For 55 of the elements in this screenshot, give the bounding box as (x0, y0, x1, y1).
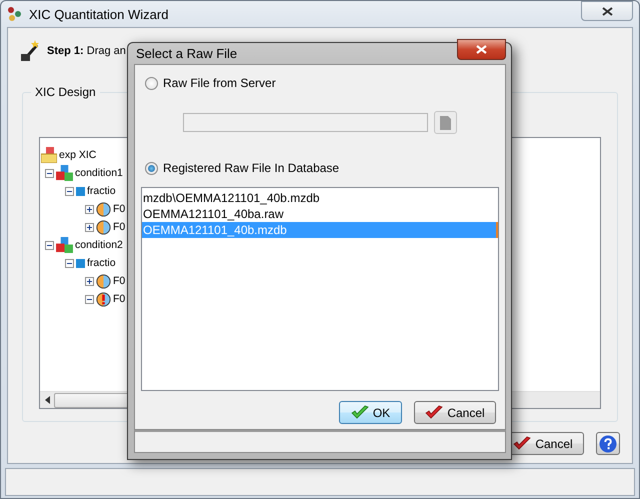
scroll-left-icon[interactable] (44, 396, 50, 404)
tree-item[interactable]: condition2 (75, 239, 123, 251)
close-button[interactable] (457, 39, 506, 60)
square-icon (76, 258, 85, 268)
expand-toggle[interactable] (85, 276, 94, 286)
warning-circle-icon (96, 292, 111, 306)
radio-label[interactable]: Registered Raw File In Database (163, 161, 340, 176)
expand-toggle[interactable] (85, 204, 94, 214)
tree-item[interactable]: condition1 (75, 167, 123, 179)
check-icon (513, 436, 532, 451)
tree-item[interactable]: F0 (113, 293, 126, 305)
tree-item[interactable]: F0 (113, 203, 126, 215)
magic-wand-icon (20, 40, 42, 62)
plus-icon (86, 206, 93, 212)
collapse-toggle[interactable] (45, 168, 54, 178)
close-icon (476, 45, 487, 54)
blocks-icon (56, 165, 73, 181)
blocks-icon (56, 237, 73, 253)
half-circle-icon (96, 274, 111, 288)
radio-label[interactable]: Raw File from Server (163, 76, 276, 90)
app-icon (7, 6, 23, 22)
tree-item[interactable]: exp XIC (59, 149, 96, 161)
file-item[interactable]: mzdb\OEMMA121101_40b.mzdb (142, 190, 498, 206)
check-icon (425, 405, 444, 420)
check-icon (350, 405, 369, 420)
collapse-toggle[interactable] (45, 240, 54, 250)
expand-toggle[interactable] (85, 222, 94, 232)
ok-button[interactable]: OK (339, 401, 402, 424)
half-circle-icon (96, 220, 111, 234)
radio-button[interactable] (145, 76, 158, 90)
help-button[interactable] (596, 432, 620, 455)
plus-icon (86, 278, 93, 284)
plus-icon (86, 224, 93, 230)
file-icon (440, 116, 451, 130)
group-title: XIC Design (31, 85, 100, 99)
window-title: XIC Quantitation Wizard (29, 6, 170, 22)
close-button[interactable] (581, 1, 633, 21)
help-icon (599, 434, 617, 452)
half-circle-icon (96, 202, 111, 216)
tree-item[interactable]: F0 (113, 221, 126, 233)
file-item[interactable]: OEMMA121101_40ba.raw (142, 206, 498, 222)
close-icon (602, 6, 612, 16)
radio-button[interactable] (145, 162, 158, 175)
collapse-toggle[interactable] (65, 186, 74, 196)
tree-item[interactable]: fractio (87, 257, 116, 269)
experiment-icon (41, 147, 57, 163)
collapse-toggle[interactable] (85, 294, 94, 304)
tree-item[interactable]: F0 (113, 275, 126, 287)
tree-item[interactable]: fractio (87, 185, 116, 197)
dialog-title: Select a Raw File (136, 46, 238, 62)
collapse-toggle[interactable] (65, 258, 74, 268)
step-instruction: Step 1: Drag an (47, 45, 126, 57)
file-path-field[interactable] (183, 113, 428, 132)
square-icon (76, 186, 85, 196)
cancel-button[interactable]: Cancel (414, 401, 496, 424)
